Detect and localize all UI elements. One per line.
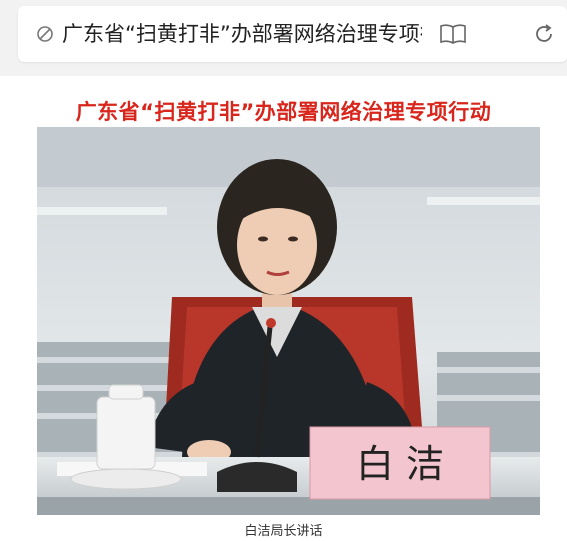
- book-icon[interactable]: [439, 23, 467, 45]
- nameplate-text: 白 洁: [356, 442, 444, 486]
- reload-icon[interactable]: [533, 23, 555, 45]
- url-text[interactable]: 广东省“扫黄打非”办部署网络治理专项行动: [62, 21, 422, 47]
- slash-circle-icon: [37, 26, 53, 42]
- article-headline: 广东省“扫黄打非”办部署网络治理专项行动: [75, 100, 492, 124]
- photo-caption: 白洁局长讲话: [244, 524, 323, 539]
- browser-toolbar: 广东省“扫黄打非”办部署网络治理专项行动: [0, 0, 567, 76]
- address-bar[interactable]: 广东省“扫黄打非”办部署网络治理专项行动: [18, 6, 567, 62]
- article-photo: 白 洁: [37, 127, 540, 515]
- photo-illustration: 白 洁: [37, 127, 540, 515]
